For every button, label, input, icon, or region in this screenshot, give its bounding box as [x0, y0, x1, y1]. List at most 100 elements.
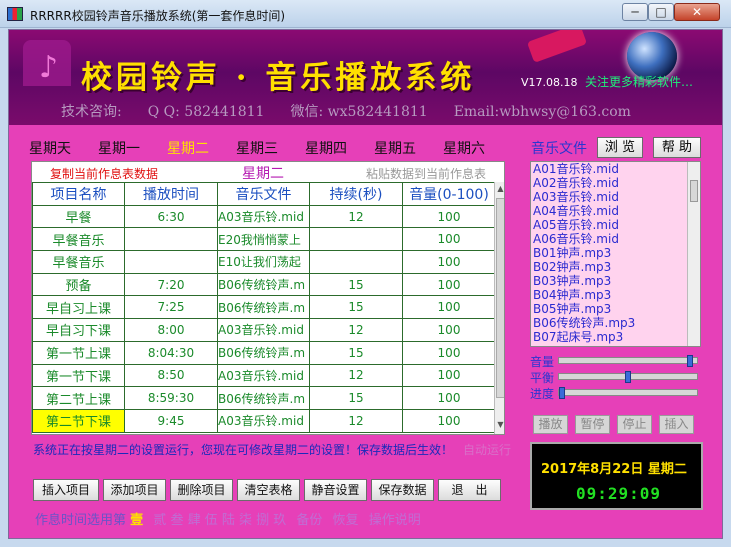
scroll-thumb[interactable]: [690, 180, 698, 202]
balance-knob[interactable]: [625, 371, 631, 383]
table-cell[interactable]: A03音乐铃.mid: [217, 408, 310, 433]
browse-button[interactable]: 浏 览: [597, 137, 643, 158]
save-data-button[interactable]: 保存数据: [371, 479, 434, 501]
table-cell[interactable]: 7:25: [124, 295, 218, 320]
table-cell[interactable]: B06传统铃声.m: [217, 340, 310, 365]
table-cell[interactable]: 8:00: [124, 318, 218, 342]
list-item[interactable]: A01音乐铃.mid: [531, 162, 700, 176]
mute-settings-button[interactable]: 静音设置: [304, 479, 367, 501]
table-cell[interactable]: 15: [309, 340, 403, 365]
tab-friday[interactable]: 星期五: [374, 138, 443, 158]
column-header[interactable]: 音乐文件: [217, 182, 310, 206]
table-cell[interactable]: 100: [402, 363, 496, 388]
column-header[interactable]: 项目名称: [32, 182, 125, 206]
insert-item-button[interactable]: 插入项目: [33, 479, 99, 501]
clear-table-button[interactable]: 清空表格: [237, 479, 300, 501]
progress-knob[interactable]: [559, 387, 565, 399]
progress-slider[interactable]: [558, 387, 698, 399]
minimize-button[interactable]: ─: [622, 3, 648, 21]
table-cell[interactable]: 早餐音乐: [32, 227, 125, 252]
table-cell[interactable]: B06传统铃声.m: [217, 272, 310, 297]
column-header[interactable]: 播放时间: [124, 182, 218, 206]
table-row[interactable]: 早自习下课 8:00 A03音乐铃.mid 12 100: [32, 318, 496, 342]
pause-button[interactable]: 暂停: [575, 415, 610, 434]
table-cell[interactable]: [124, 227, 218, 252]
list-item[interactable]: A03音乐铃.mid: [531, 190, 700, 204]
list-item[interactable]: B06传统铃声.mp3: [531, 316, 700, 330]
table-cell[interactable]: 8:50: [124, 363, 218, 388]
scroll-thumb[interactable]: [496, 198, 504, 398]
scroll-down-icon[interactable]: ▼: [496, 420, 504, 432]
tab-thursday[interactable]: 星期四: [305, 138, 374, 158]
table-cell[interactable]: 8:04:30: [124, 340, 218, 365]
table-row[interactable]: 第二节上课 8:59:30 B06传统铃声.m 15 100: [32, 386, 496, 410]
table-cell[interactable]: 100: [402, 227, 496, 252]
list-item[interactable]: B05钟声.mp3: [531, 302, 700, 316]
table-cell[interactable]: 12: [309, 363, 403, 388]
table-cell[interactable]: 15: [309, 272, 403, 297]
exit-button[interactable]: 退 出: [438, 479, 501, 501]
list-item[interactable]: B03钟声.mp3: [531, 274, 700, 288]
table-row[interactable]: 早餐 6:30 A03音乐铃.mid 12 100: [32, 204, 496, 229]
copy-schedule-link[interactable]: 复制当前作息表数据: [50, 165, 158, 182]
stop-button[interactable]: 停止: [617, 415, 652, 434]
table-cell[interactable]: [124, 250, 218, 274]
delete-item-button[interactable]: 删除项目: [170, 479, 233, 501]
more-software-link[interactable]: 关注更多精彩软件…: [585, 73, 711, 90]
tab-wednesday[interactable]: 星期三: [236, 138, 305, 158]
file-list-scrollbar[interactable]: [687, 162, 700, 346]
list-item[interactable]: B02钟声.mp3: [531, 260, 700, 274]
tab-tuesday[interactable]: 星期二: [167, 138, 236, 158]
auto-run-label[interactable]: 自动运行: [463, 443, 511, 457]
table-cell[interactable]: 第一节上课: [32, 340, 125, 365]
list-item[interactable]: A02音乐铃.mid: [531, 176, 700, 190]
list-item[interactable]: B01钟声.mp3: [531, 246, 700, 260]
table-cell[interactable]: 15: [309, 295, 403, 320]
table-cell[interactable]: 早餐音乐: [32, 250, 125, 274]
table-cell[interactable]: A03音乐铃.mid: [217, 318, 310, 342]
table-cell[interactable]: 100: [402, 204, 496, 229]
table-cell[interactable]: 6:30: [124, 204, 218, 229]
table-row[interactable]: 第一节上课 8:04:30 B06传统铃声.m 15 100: [32, 340, 496, 365]
table-row[interactable]: 第二节下课 9:45 A03音乐铃.mid 12 100: [32, 408, 496, 433]
table-cell[interactable]: E10让我们荡起: [217, 250, 310, 274]
table-row[interactable]: 预备 7:20 B06传统铃声.m 15 100: [32, 272, 496, 297]
tab-monday[interactable]: 星期一: [98, 138, 167, 158]
column-header[interactable]: 持续(秒): [309, 182, 403, 206]
tab-saturday[interactable]: 星期六: [443, 138, 512, 158]
paste-schedule-link[interactable]: 粘贴数据到当前作息表: [366, 165, 486, 182]
tab-sunday[interactable]: 星期天: [29, 138, 98, 158]
table-cell[interactable]: 100: [402, 272, 496, 297]
table-cell[interactable]: A03音乐铃.mid: [217, 363, 310, 388]
backup-link[interactable]: 备份: [296, 513, 322, 528]
table-cell[interactable]: 12: [309, 408, 403, 433]
volume-knob[interactable]: [687, 355, 693, 367]
table-scrollbar[interactable]: ▲ ▼: [494, 182, 504, 434]
table-row[interactable]: 第一节下课 8:50 A03音乐铃.mid 12 100: [32, 363, 496, 388]
add-item-button[interactable]: 添加项目: [103, 479, 166, 501]
table-cell[interactable]: 12: [309, 204, 403, 229]
column-header[interactable]: 音量(0-100): [402, 182, 496, 206]
table-cell[interactable]: 预备: [32, 272, 125, 297]
table-cell[interactable]: 8:59:30: [124, 386, 218, 410]
insert-play-button[interactable]: 插入: [659, 415, 694, 434]
balance-slider[interactable]: [558, 371, 698, 383]
volume-slider[interactable]: [558, 355, 698, 367]
table-cell[interactable]: 100: [402, 250, 496, 274]
table-cell[interactable]: 100: [402, 386, 496, 410]
instructions-link[interactable]: 操作说明: [369, 513, 421, 528]
list-item[interactable]: B07起床号.mp3: [531, 330, 700, 344]
table-cell[interactable]: 100: [402, 340, 496, 365]
close-button[interactable]: ✕: [674, 3, 720, 21]
table-cell[interactable]: 第二节下课: [32, 408, 125, 433]
maximize-button[interactable]: □: [648, 3, 674, 21]
table-cell[interactable]: A03音乐铃.mid: [217, 204, 310, 229]
table-cell[interactable]: 第一节下课: [32, 363, 125, 388]
table-row[interactable]: 早餐音乐 E10让我们荡起 100: [32, 250, 496, 274]
restore-link[interactable]: 恢复: [333, 513, 359, 528]
table-row[interactable]: 早自习上课 7:25 B06传统铃声.m 15 100: [32, 295, 496, 320]
table-cell[interactable]: [309, 227, 403, 252]
list-item[interactable]: B04钟声.mp3: [531, 288, 700, 302]
table-row[interactable]: 早餐音乐 E20我悄悄蒙上 100: [32, 227, 496, 252]
table-cell[interactable]: E20我悄悄蒙上: [217, 227, 310, 252]
